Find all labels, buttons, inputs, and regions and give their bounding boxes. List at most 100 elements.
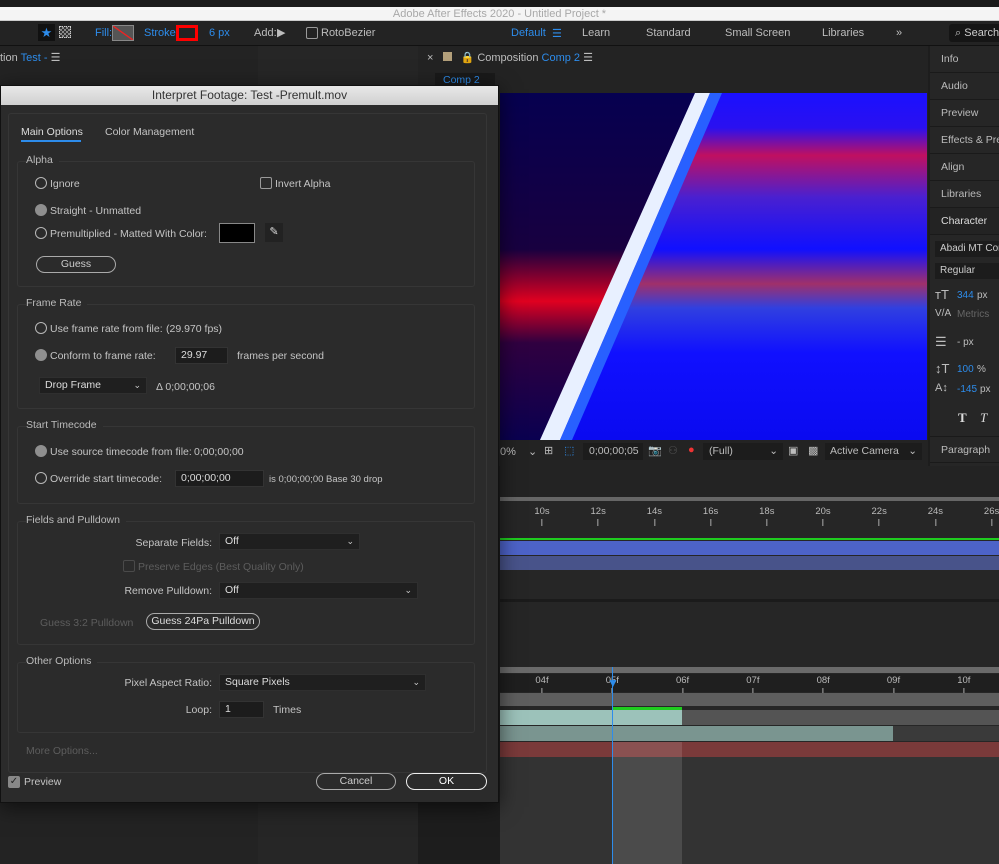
override-timecode-radio[interactable]: [35, 472, 47, 484]
resolution-select[interactable]: (Full) ⌄: [703, 443, 783, 460]
ruler-tick: 26s: [984, 506, 999, 526]
guess-24pa-pulldown-button[interactable]: Guess 24Pa Pulldown: [146, 613, 260, 630]
use-source-timecode-radio[interactable]: [35, 445, 47, 457]
more-workspaces-icon[interactable]: »: [896, 27, 902, 39]
stroke-width-value[interactable]: - px: [957, 337, 974, 348]
timecode-display[interactable]: 0;00;00;05: [583, 443, 643, 460]
search-icon: ⌕: [955, 27, 962, 39]
panel-libraries[interactable]: Libraries: [930, 181, 999, 208]
ok-button[interactable]: OK: [406, 773, 487, 790]
conform-fps-input[interactable]: 29.97: [175, 347, 228, 364]
chevron-down-icon[interactable]: ⌄: [528, 445, 537, 458]
composition-viewer[interactable]: [500, 93, 927, 440]
invert-alpha-checkbox[interactable]: [260, 177, 272, 189]
faux-italic-icon[interactable]: T: [980, 410, 987, 426]
tab-main-options[interactable]: Main Options: [21, 126, 83, 138]
layer-bar-1[interactable]: [500, 541, 999, 555]
work-area-bar-2[interactable]: [500, 667, 999, 673]
workspace-default[interactable]: Default: [511, 27, 546, 39]
drop-frame-select[interactable]: Drop Frame ⌄: [39, 377, 147, 394]
frame-rate-from-file-radio[interactable]: [35, 322, 47, 334]
close-icon[interactable]: ×: [427, 52, 433, 64]
workspace-menu-icon[interactable]: ☰: [552, 27, 562, 40]
font-style-select[interactable]: Regular: [935, 263, 999, 279]
panel-character[interactable]: Character: [930, 208, 999, 235]
search-placeholder: Search: [964, 27, 999, 39]
guess-button[interactable]: Guess: [36, 256, 116, 273]
checker-icon[interactable]: [59, 26, 71, 38]
panel-effects-presets[interactable]: Effects & Presets: [930, 127, 999, 154]
separate-fields-select[interactable]: Off ⌄: [219, 533, 360, 550]
time-ruler-frames[interactable]: 04f05f06f07f08f09f10f: [500, 675, 999, 693]
work-area-bar[interactable]: [500, 497, 999, 501]
times-label: Times: [273, 704, 302, 716]
dialog-title: Interpret Footage: Test -Premult.mov: [1, 86, 498, 105]
loop-input[interactable]: 1: [219, 701, 264, 718]
transparency-grid-icon[interactable]: ▩: [808, 444, 818, 457]
playhead-marker-icon[interactable]: ▼: [607, 676, 619, 690]
vertical-scale-unit: %: [977, 364, 986, 375]
search-field[interactable]: ⌕ Search: [949, 24, 999, 42]
tab-color-management[interactable]: Color Management: [105, 126, 194, 138]
eyedropper-icon[interactable]: ✎: [265, 223, 283, 242]
vertical-scale-value[interactable]: 100: [957, 364, 974, 375]
panel-menu-icon[interactable]: ☰: [51, 52, 61, 64]
workspace-libraries[interactable]: Libraries: [822, 27, 864, 39]
star-icon[interactable]: ★: [38, 24, 55, 41]
mask-toggle-icon[interactable]: ⬚: [564, 444, 574, 457]
premultiplied-radio[interactable]: [35, 227, 47, 239]
stroke-width[interactable]: 6 px: [209, 27, 230, 39]
stroke-swatch[interactable]: [176, 25, 198, 41]
snapshot-icon[interactable]: 📷: [648, 444, 662, 457]
workspace-learn[interactable]: Learn: [582, 27, 610, 39]
preserve-edges-checkbox[interactable]: [123, 560, 135, 572]
playhead-line[interactable]: [612, 667, 613, 864]
remove-pulldown-select[interactable]: Off ⌄: [219, 582, 418, 599]
channel-icon[interactable]: ●: [688, 444, 695, 456]
remove-pulldown-value: Off: [225, 584, 239, 596]
panel-audio[interactable]: Audio: [930, 73, 999, 100]
cancel-button[interactable]: Cancel: [316, 773, 396, 790]
baseline-shift-icon: A↕: [935, 382, 948, 394]
faux-bold-icon[interactable]: T: [958, 410, 967, 426]
straight-radio[interactable]: [35, 204, 47, 216]
panel-paragraph[interactable]: Paragraph: [930, 436, 999, 463]
font-size-value[interactable]: 344: [957, 290, 974, 301]
workspace-standard[interactable]: Standard: [646, 27, 691, 39]
workspace-small-screen[interactable]: Small Screen: [725, 27, 790, 39]
fill-label: Fill:: [95, 27, 113, 39]
matte-color-swatch[interactable]: [219, 223, 255, 243]
conform-radio[interactable]: [35, 349, 47, 361]
panel-menu-icon[interactable]: ☰: [583, 52, 593, 64]
show-snapshot-icon[interactable]: ⚇: [668, 444, 678, 457]
preview-checkbox[interactable]: ✓: [8, 776, 20, 788]
ignore-radio[interactable]: [35, 177, 47, 189]
kerning-value[interactable]: Metrics: [957, 309, 989, 320]
zoom-select[interactable]: 0%: [500, 446, 516, 458]
panel-preview[interactable]: Preview: [930, 100, 999, 127]
grid-icon[interactable]: ⊞: [544, 444, 553, 457]
footage-layer-bar-2[interactable]: [500, 726, 893, 741]
solid-layer-bar[interactable]: [500, 742, 999, 757]
add-play-icon[interactable]: ▶: [277, 26, 285, 39]
more-options-button[interactable]: More Options...: [26, 745, 98, 757]
layer-bar-2[interactable]: [500, 556, 999, 570]
ruler-tick: 09f: [887, 675, 900, 695]
pixel-aspect-ratio-select[interactable]: Square Pixels ⌄: [219, 674, 426, 691]
fill-swatch[interactable]: [112, 25, 134, 41]
baseline-shift-value[interactable]: -145: [957, 384, 977, 395]
panel-align[interactable]: Align: [930, 154, 999, 181]
panel-title-name: Test -: [20, 52, 48, 64]
lock-icon[interactable]: 🔒: [461, 52, 475, 64]
rotobezier-checkbox[interactable]: [306, 27, 318, 39]
camera-select[interactable]: Active Camera ⌄: [825, 443, 922, 460]
guess-32-pulldown-button[interactable]: Guess 3:2 Pulldown: [40, 617, 133, 629]
font-family-select[interactable]: Abadi MT Con: [935, 241, 999, 257]
ruler-tick: 10s: [534, 506, 549, 526]
camera-value: Active Camera: [830, 445, 899, 457]
region-of-interest-icon[interactable]: ▣: [788, 444, 798, 457]
panel-info[interactable]: Info: [930, 46, 999, 73]
override-timecode-input[interactable]: 0;00;00;00: [175, 470, 264, 487]
footage-layer-bar[interactable]: [500, 710, 682, 725]
time-ruler-seconds[interactable]: 10s 12s 14s 16s 18s 20s 22s 24s 26s: [500, 506, 999, 536]
